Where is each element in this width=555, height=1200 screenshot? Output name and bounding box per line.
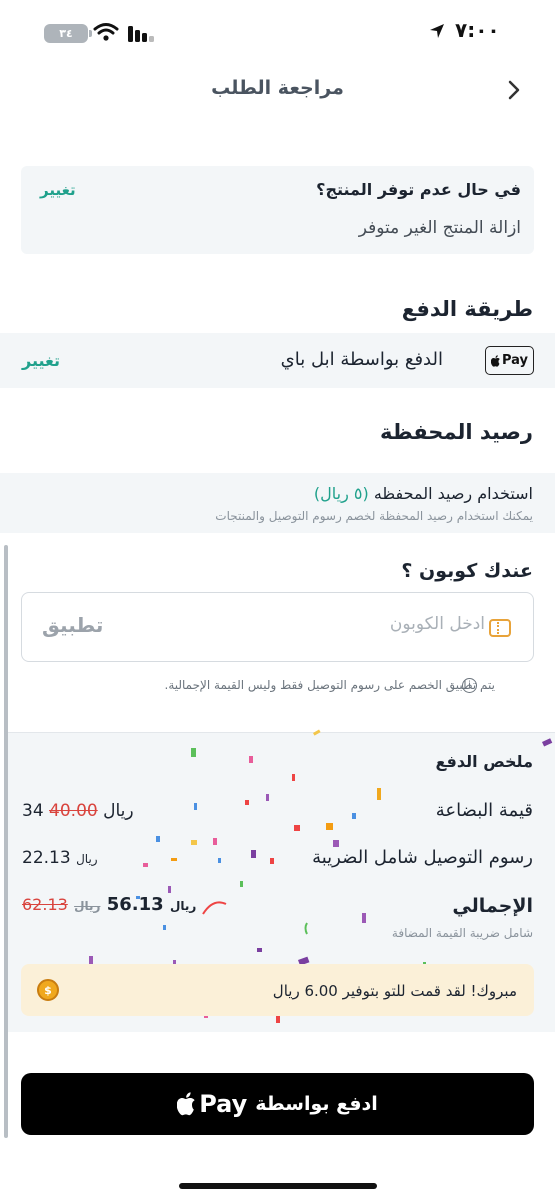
wifi-icon [93,22,119,46]
apple-icon [177,1092,195,1116]
signal-icon [128,24,156,46]
total-old-price: 62.13 [22,895,68,914]
location-arrow-icon [428,22,446,44]
apply-coupon-button[interactable]: تطبيق [42,613,103,637]
apple-pay-badge: Pay [485,346,534,375]
pay-button-label: ادفع بواسطة [255,1093,378,1115]
delivery-currency: ريال [76,852,98,866]
wallet-subtitle: يمكنك استخدام رصيد المحفظة لخصم رسوم الت… [215,509,533,523]
total-value: 56.13 [106,894,164,915]
coupon-input[interactable] [265,614,485,634]
ticket-icon [489,619,511,637]
apple-pay-button[interactable]: ادفع بواسطة Pay [21,1073,534,1135]
payment-section-title: طريقة الدفع [401,297,533,321]
items-old-price: 40.00 [49,801,98,821]
delivery-value-row: ريال 22.13 [22,848,98,868]
total-currency: ريال [169,899,197,913]
coin-icon: $ [37,979,59,1001]
unavailable-question: في حال عدم توفر المنتج؟ [316,180,521,199]
page-title: مراجعة الطلب [211,77,344,99]
summary-title: ملخص الدفع [435,752,533,771]
unavailable-answer: ازالة المنتج الغير متوفر [358,218,521,238]
items-label: قيمة البضاعة [435,800,533,821]
savings-text: مبروك! لقد قمت للتو بتوفير 6.00 ريال [272,982,517,1000]
wallet-use-label: استخدام رصيد المحفظه [373,484,533,503]
apple-pay-mark: Pay [177,1090,247,1118]
payment-method-row[interactable] [0,333,555,388]
pay-button-brand: Pay [199,1090,248,1118]
wallet-row[interactable] [0,473,555,533]
status-time: ٧:٠٠ [455,18,500,42]
vat-note: شامل ضريبة القيمة المضافة [391,926,533,940]
home-indicator [179,1183,377,1189]
battery-icon: ٣٤ [44,24,88,43]
total-label: الإجمالي [452,895,533,917]
apple-icon [490,354,500,367]
payment-method-label: الدفع بواسطة ابل باي [280,349,443,370]
apple-pay-badge-text: Pay [501,353,529,368]
coupon-note: يتم تطبيق الخصم على رسوم التوصيل فقط ولي… [164,678,496,692]
total-old-currency: ريال [74,899,101,913]
delivery-label: رسوم التوصيل شامل الضريبة [312,847,533,868]
items-value-row: 34 ريال 40.00 [22,801,134,821]
battery-tip [89,30,92,37]
wallet-section-title: رصيد المحفظة [380,420,533,444]
change-payment-button[interactable]: تغيير [22,351,60,370]
delivery-value: 22.13 [22,848,71,868]
total-value-row: ريال 56.13 ريال 62.13 [22,894,196,915]
wallet-use-toggle[interactable]: استخدام رصيد المحفظه (٥ ريال) [314,484,533,503]
coupon-title: عندك كوبون ؟ [401,560,533,582]
change-unavailable-button[interactable]: تغيير [40,181,76,199]
wallet-amount: (٥ ريال) [313,484,369,503]
